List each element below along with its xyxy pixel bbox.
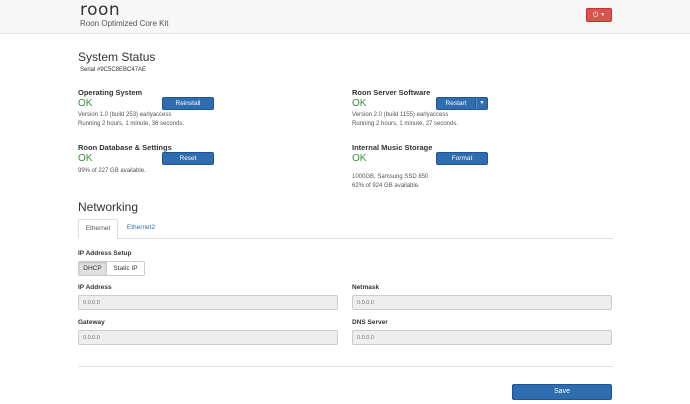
reset-button[interactable]: Reset [162,152,214,165]
tab-ethernet2[interactable]: Ethernet2 [120,219,162,239]
system-status-title: System Status [78,50,156,64]
server-uptime: Running 2 hours, 1 minute, 27 seconds. [352,121,459,127]
server-version: Version 2.0 (build 1155) earlyaccess [352,112,449,118]
restart-dropdown-toggle[interactable]: ▼ [476,97,488,110]
database-name: Roon Database & Settings [78,143,172,152]
serial-number: Serial #9C5C8EBC47AE [80,67,147,73]
ip-address-input[interactable] [78,295,338,310]
tab-ethernet[interactable]: Ethernet [78,219,118,239]
server-status: OK [352,98,367,109]
netmask-label: Netmask [352,284,380,291]
storage-availability: 62% of 924 GB available. [352,183,420,189]
os-name: Operating System [78,88,143,97]
netmask-input[interactable] [352,295,612,310]
database-availability: 99% of 227 GB available. [78,168,146,174]
dns-server-label: DNS Server [352,319,388,326]
networking-title: Networking [78,200,139,214]
app-subtitle: Roon Optimized Core Kit [80,19,169,28]
os-uptime: Running 2 hours, 1 minute, 36 seconds. [78,121,185,127]
operating-system-card: Operating System OK Version 1.0 (build 2… [78,88,348,138]
database-status: OK [78,153,93,164]
static-ip-option[interactable]: Static IP [107,262,144,275]
dns-server-input[interactable] [352,330,612,345]
divider [78,366,613,367]
storage-device: 1000GB, Samsung SSD 850 [352,174,429,180]
top-header: roon Roon Optimized Core Kit ⏻ ▼ [0,0,690,34]
database-settings-card: Roon Database & Settings OK 99% of 227 G… [78,143,348,193]
gateway-label: Gateway [78,319,105,326]
roon-logo: roon [80,0,121,20]
power-icon: ⏻ [592,11,599,19]
server-name: Roon Server Software [352,88,431,97]
ip-address-label: IP Address [78,284,112,291]
gateway-input[interactable] [78,330,338,345]
ip-mode-toggle: DHCP Static IP [78,261,145,276]
storage-name: Internal Music Storage [352,143,433,152]
dhcp-option[interactable]: DHCP [79,262,107,275]
caret-down-icon: ▼ [479,100,485,106]
music-storage-card: Internal Music Storage OK 1000GB, Samsun… [352,143,622,193]
reinstall-button[interactable]: Reinstall [162,97,214,110]
save-button[interactable]: Save [512,384,612,400]
power-menu-button[interactable]: ⏻ ▼ [586,8,612,22]
ip-setup-label: IP Address Setup [78,250,132,257]
restart-button[interactable]: Restart [436,97,476,110]
server-software-card: Roon Server Software OK Version 2.0 (bui… [352,88,622,138]
os-status: OK [78,98,93,109]
format-button[interactable]: Format [436,152,488,165]
caret-down-icon: ▼ [600,12,606,18]
os-version: Version 1.0 (build 253) earlyaccess [78,112,172,118]
storage-status: OK [352,153,367,164]
network-tabs: Ethernet Ethernet2 [78,219,613,239]
